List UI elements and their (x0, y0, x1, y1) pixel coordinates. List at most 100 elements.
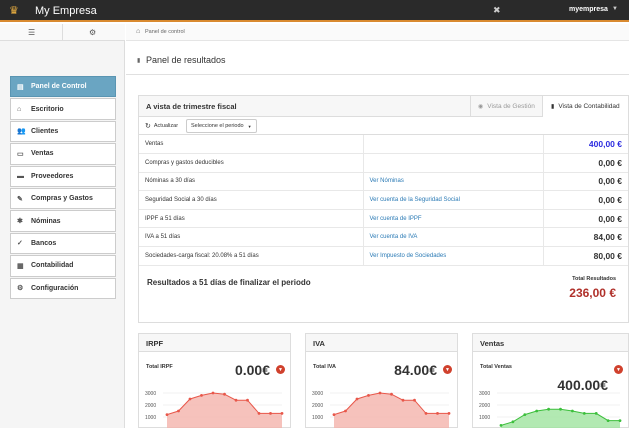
ventas-chart: 3000 2000 1000 (479, 391, 622, 428)
row-label: Ventas (139, 135, 364, 155)
breadcrumb-item[interactable]: Panel de control (145, 29, 185, 35)
row-value: 0,00 € (543, 209, 628, 229)
table-row: IVA a 51 días Ver cuenta de IVA 84,00 € (139, 227, 628, 248)
area-fill (167, 393, 282, 428)
panel-title: A vista de trimestre fiscal (146, 102, 237, 111)
data-point (188, 397, 192, 401)
card-irpf: IRPF Total IRPF 0.00€ ▼ 3000 2000 1000 (138, 333, 291, 428)
data-point (280, 412, 284, 415)
chevron-down-icon[interactable]: ▼ (276, 365, 285, 374)
data-point (594, 412, 598, 415)
page-title: Panel de resultados (146, 55, 226, 65)
cog-icon: ⚙ (17, 285, 24, 293)
row-label: Nóminas a 30 días (139, 172, 364, 192)
panel-toolbar: ↻ Actualizar Seleccione el periodo ▼ (139, 117, 628, 135)
table-row: IPPF a 51 días Ver cuenta de IPPF 0,00 € (139, 209, 628, 229)
row-label: Seguridad Social a 30 días (139, 190, 364, 210)
sidebar: ☰ ⚙ ▤ Panel de Control ⌂ Escritorio 👥 Clien… (0, 24, 125, 428)
row-label: IVA a 51 días (139, 227, 364, 248)
row-link[interactable]: Ver cuenta de IPPF (363, 209, 544, 229)
app-title[interactable]: My Empresa (35, 5, 97, 17)
row-label: Sociedades-carga fiscal: 20.08% a 51 día… (139, 246, 364, 266)
row-label: IPPF a 51 días (139, 209, 364, 229)
sidebar-item-label: Nóminas (31, 217, 61, 225)
home-icon: ⌂ (17, 105, 22, 113)
tools-icon[interactable]: ✖ (493, 5, 501, 16)
row-link[interactable]: Ver cuenta de IVA (363, 227, 544, 248)
summary-text: Resultados a 51 días de finalizar el per… (147, 278, 311, 287)
panel-header: A vista de trimestre fiscal ◉ Vista de Ge… (139, 96, 628, 117)
y-tick-label: 3000 (479, 391, 490, 397)
card-title: IRPF (139, 334, 290, 352)
sidebar-item-clientes[interactable]: 👥 Clientes (10, 120, 116, 143)
cash-icon: ▭ (17, 150, 24, 158)
data-point (234, 398, 238, 402)
sidebar-item-proveedores[interactable]: ▬ Proveedores (10, 165, 116, 187)
sidebar-item-label: Ventas (31, 150, 54, 158)
sidebar-toolbar: ☰ ⚙ (0, 24, 125, 41)
data-point (200, 394, 203, 397)
row-value: 84,00 € (543, 227, 628, 248)
sidebar-item-label: Proveedores (31, 172, 74, 180)
refresh-button[interactable]: ↻ Actualizar (142, 120, 181, 132)
y-tick-label: 1000 (312, 415, 323, 421)
home-icon[interactable]: ⌂ (136, 28, 140, 35)
chevron-down-icon[interactable]: ▼ (612, 6, 618, 12)
tab-label: Vista de Gestión (487, 102, 535, 110)
sidebar-item-contabilidad[interactable]: ▦ Contabilidad (10, 255, 116, 277)
data-point (257, 412, 261, 415)
sidebar-item-label: Bancos (31, 239, 57, 247)
tab-vista-contabilidad[interactable]: ▮ Vista de Contabilidad (542, 96, 628, 117)
data-point (582, 412, 586, 415)
row-link[interactable] (363, 153, 544, 173)
row-link[interactable]: Ver Nóminas (363, 172, 544, 192)
data-point (447, 412, 451, 415)
chevron-down-icon[interactable]: ▼ (443, 365, 452, 374)
gear-icon: ✱ (17, 218, 23, 226)
refresh-icon: ↻ (145, 123, 151, 130)
divider (126, 74, 629, 75)
data-point (211, 391, 215, 395)
data-point (355, 397, 359, 401)
card-ventas: Ventas Total Ventas 400.00€ ▼ 3000 2000 10… (472, 333, 629, 428)
row-value: 0,00 € (543, 172, 628, 192)
row-value: 0,00 € (543, 153, 628, 173)
chevron-down-icon: ▼ (247, 123, 252, 129)
crown-logo-icon[interactable]: ♛ (9, 4, 19, 17)
y-tick-label: 2000 (312, 403, 323, 409)
row-value: 400,00 € (543, 135, 628, 155)
iva-chart: 3000 2000 1000 (312, 391, 451, 428)
tab-vista-gestion[interactable]: ◉ Vista de Gestión (470, 96, 542, 116)
y-tick-label: 2000 (479, 403, 490, 409)
sidebar-item-escritorio[interactable]: ⌂ Escritorio (10, 98, 116, 120)
data-point (436, 412, 439, 415)
divider (62, 24, 63, 41)
sidebar-item-label: Contabilidad (31, 262, 74, 270)
y-tick-label: 1000 (145, 415, 156, 421)
table-row: Nóminas a 30 días Ver Nóminas 0,00 € (139, 172, 628, 192)
table-row: Seguridad Social a 30 días Ver cuenta de … (139, 190, 628, 210)
row-link[interactable]: Ver cuenta de la Seguridad Social (363, 190, 544, 210)
user-menu[interactable]: myempresa (569, 6, 608, 13)
settings-icon[interactable]: ⚙ (89, 28, 96, 37)
sidebar-item-ventas[interactable]: ▭ Ventas (10, 143, 116, 165)
y-tick-label: 3000 (312, 391, 323, 397)
pencil-icon: ✎ (17, 195, 23, 203)
period-dropdown[interactable]: Seleccione el periodo ▼ (186, 119, 257, 133)
bank-icon: ✓ (17, 240, 23, 248)
sidebar-item-bancos[interactable]: ✓ Bancos (10, 232, 116, 255)
sidebar-item-nominas[interactable]: ✱ Nóminas (10, 210, 116, 232)
sidebar-item-compras-y-gastos[interactable]: ✎ Compras y Gastos (10, 187, 116, 210)
data-point (606, 419, 610, 422)
dashboard-icon: ▤ (17, 83, 24, 91)
y-tick-label: 3000 (145, 391, 156, 397)
card-value: 0.00€ (234, 362, 270, 378)
sidebar-item-panel-de-control[interactable]: ▤ Panel de Control (10, 76, 116, 98)
refresh-label: Actualizar (153, 123, 179, 129)
chevron-down-icon[interactable]: ▼ (614, 365, 623, 374)
sidebar-item-configuracion[interactable]: ⚙ Configuración (10, 277, 116, 299)
row-link[interactable]: Ver Impuesto de Sociedades (363, 246, 544, 266)
menu-toggle-icon[interactable]: ☰ (28, 28, 35, 37)
row-link[interactable] (363, 135, 544, 155)
data-point (269, 412, 272, 415)
